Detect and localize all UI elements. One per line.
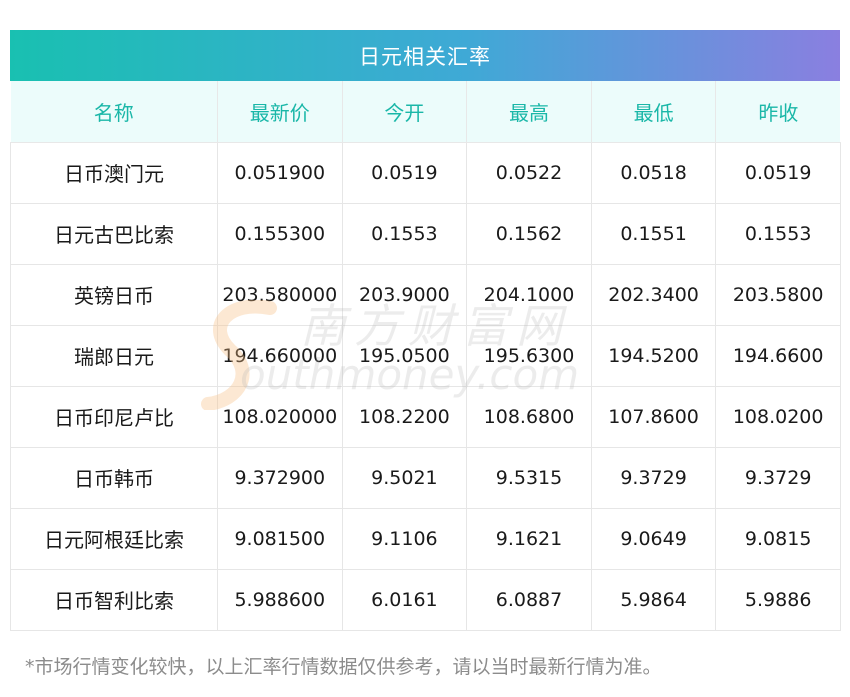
header-name: 名称 — [10, 81, 218, 143]
exchange-rate-table: 名称 最新价 今开 最高 最低 昨收 日币澳门元 0.051900 0.0519… — [10, 81, 841, 631]
cell-name: 日元古巴比索 — [10, 203, 218, 265]
table-row: 日币智利比索 5.988600 6.0161 6.0887 5.9864 5.9… — [10, 569, 841, 631]
table-row: 日元古巴比索 0.155300 0.1553 0.1562 0.1551 0.1… — [10, 203, 841, 265]
header-low: 最低 — [591, 81, 717, 143]
cell-prev-close: 203.5800 — [715, 264, 841, 326]
header-high: 最高 — [466, 81, 592, 143]
cell-high: 6.0887 — [466, 569, 592, 631]
header-prev-close: 昨收 — [715, 81, 841, 143]
cell-high: 204.1000 — [466, 264, 592, 326]
cell-low: 194.5200 — [591, 325, 717, 387]
table-row: 日币澳门元 0.051900 0.0519 0.0522 0.0518 0.05… — [10, 142, 841, 204]
cell-open: 195.0500 — [342, 325, 468, 387]
table-header-row: 名称 最新价 今开 最高 最低 昨收 — [10, 81, 841, 143]
cell-high: 195.6300 — [466, 325, 592, 387]
table-row: 日币印尼卢比 108.020000 108.2200 108.6800 107.… — [10, 386, 841, 448]
cell-open: 6.0161 — [342, 569, 468, 631]
cell-name: 日币澳门元 — [10, 142, 218, 204]
cell-name: 日元阿根廷比索 — [10, 508, 218, 570]
cell-latest: 9.081500 — [217, 508, 343, 570]
cell-prev-close: 108.0200 — [715, 386, 841, 448]
cell-high: 0.1562 — [466, 203, 592, 265]
cell-low: 9.0649 — [591, 508, 717, 570]
table-row: 瑞郎日元 194.660000 195.0500 195.6300 194.52… — [10, 325, 841, 387]
header-open: 今开 — [342, 81, 468, 143]
cell-prev-close: 0.0519 — [715, 142, 841, 204]
cell-low: 0.1551 — [591, 203, 717, 265]
cell-high: 9.1621 — [466, 508, 592, 570]
cell-open: 0.1553 — [342, 203, 468, 265]
cell-low: 9.3729 — [591, 447, 717, 509]
cell-latest: 9.372900 — [217, 447, 343, 509]
cell-open: 203.9000 — [342, 264, 468, 326]
cell-high: 0.0522 — [466, 142, 592, 204]
table-row: 日元阿根廷比索 9.081500 9.1106 9.1621 9.0649 9.… — [10, 508, 841, 570]
header-latest: 最新价 — [217, 81, 343, 143]
cell-low: 0.0518 — [591, 142, 717, 204]
cell-open: 9.1106 — [342, 508, 468, 570]
cell-latest: 0.155300 — [217, 203, 343, 265]
cell-name: 英镑日币 — [10, 264, 218, 326]
cell-open: 9.5021 — [342, 447, 468, 509]
cell-low: 107.8600 — [591, 386, 717, 448]
table-row: 英镑日币 203.580000 203.9000 204.1000 202.34… — [10, 264, 841, 326]
cell-latest: 194.660000 — [217, 325, 343, 387]
table-title: 日元相关汇率 — [10, 30, 840, 81]
cell-high: 9.5315 — [466, 447, 592, 509]
cell-latest: 203.580000 — [217, 264, 343, 326]
rate-card: 日元相关汇率 名称 最新价 今开 最高 最低 昨收 日币澳门元 0.051900… — [10, 30, 841, 631]
cell-prev-close: 5.9886 — [715, 569, 841, 631]
cell-name: 日币智利比索 — [10, 569, 218, 631]
cell-latest: 108.020000 — [217, 386, 343, 448]
table-row: 日币韩币 9.372900 9.5021 9.5315 9.3729 9.372… — [10, 447, 841, 509]
cell-low: 5.9864 — [591, 569, 717, 631]
disclaimer-footnote: *市场行情变化较快，以上汇率行情数据仅供参考，请以当时最新行情为准。 — [25, 656, 662, 678]
cell-low: 202.3400 — [591, 264, 717, 326]
cell-name: 日币印尼卢比 — [10, 386, 218, 448]
cell-open: 0.0519 — [342, 142, 468, 204]
cell-name: 日币韩币 — [10, 447, 218, 509]
cell-prev-close: 194.6600 — [715, 325, 841, 387]
cell-prev-close: 9.3729 — [715, 447, 841, 509]
cell-prev-close: 9.0815 — [715, 508, 841, 570]
cell-name: 瑞郎日元 — [10, 325, 218, 387]
cell-high: 108.6800 — [466, 386, 592, 448]
cell-latest: 0.051900 — [217, 142, 343, 204]
cell-open: 108.2200 — [342, 386, 468, 448]
cell-prev-close: 0.1553 — [715, 203, 841, 265]
cell-latest: 5.988600 — [217, 569, 343, 631]
